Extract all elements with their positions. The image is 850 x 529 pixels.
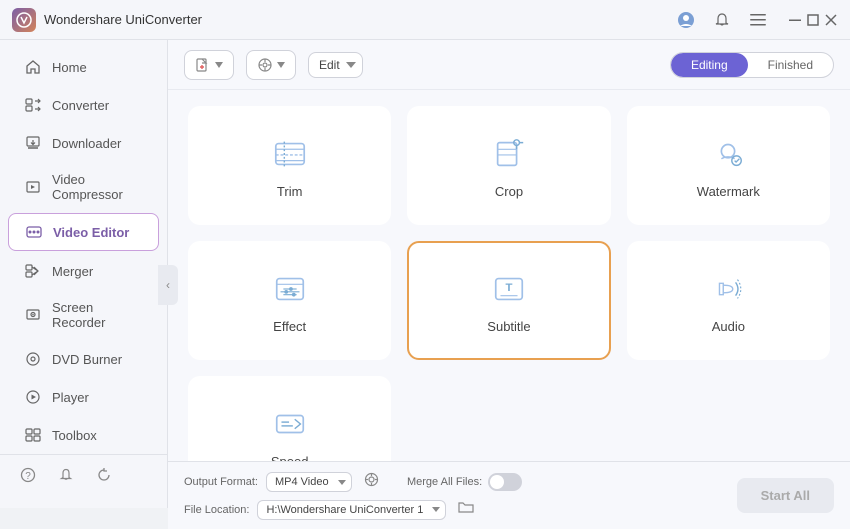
sidebar-item-home[interactable]: Home xyxy=(8,49,159,85)
bottom-info: Output Format: MP4 Video Merge All Files… xyxy=(184,470,729,521)
main-layout: Home Converter Downloader Video Compress… xyxy=(0,40,850,529)
toolbox-icon xyxy=(24,426,42,444)
effect-label: Effect xyxy=(273,319,306,334)
browse-folder-btn[interactable] xyxy=(454,498,478,521)
sidebar-item-merger[interactable]: Merger xyxy=(8,253,159,289)
help-btn[interactable]: ? xyxy=(16,465,40,490)
menu-icon-btn[interactable] xyxy=(744,6,772,34)
screen-recorder-icon xyxy=(24,306,42,324)
subtitle-icon: T xyxy=(487,267,531,311)
tab-group: Editing Finished xyxy=(670,52,834,78)
add-media-btn[interactable] xyxy=(246,50,296,80)
sidebar-label-converter: Converter xyxy=(52,98,109,113)
merge-all-label: Merge All Files: xyxy=(407,476,482,488)
sidebar-label-merger: Merger xyxy=(52,264,93,279)
sidebar-item-video-compressor[interactable]: Video Compressor xyxy=(8,163,159,211)
toolbar: Edit Editing Finished xyxy=(168,40,850,90)
sidebar-item-dvd-burner[interactable]: DVD Burner xyxy=(8,341,159,377)
file-location-label: File Location: xyxy=(184,504,249,516)
start-all-btn[interactable]: Start All xyxy=(737,478,834,513)
sidebar-label-toolbox: Toolbox xyxy=(52,428,97,443)
sidebar-label-screen-recorder: Screen Recorder xyxy=(52,300,143,330)
feature-card-subtitle[interactable]: T Subtitle xyxy=(407,241,610,360)
dvd-burner-icon xyxy=(24,350,42,368)
speed-icon xyxy=(268,402,312,446)
sidebar-label-video-editor: Video Editor xyxy=(53,225,129,240)
title-bar: Wondershare UniConverter xyxy=(0,0,850,40)
merge-toggle-group: Merge All Files: xyxy=(407,473,522,491)
sidebar-item-toolbox[interactable]: Toolbox xyxy=(8,417,159,453)
file-location-select[interactable]: H:\Wondershare UniConverter 1 xyxy=(257,500,446,520)
effect-icon xyxy=(268,267,312,311)
notification-icon-btn[interactable] xyxy=(708,6,736,34)
content-area: Edit Editing Finished xyxy=(168,40,850,529)
title-bar-left: Wondershare UniConverter xyxy=(12,8,202,32)
svg-text:?: ? xyxy=(25,471,31,482)
feature-grid: Trim Crop xyxy=(188,106,830,461)
feature-card-watermark[interactable]: Watermark xyxy=(627,106,830,225)
app-logo xyxy=(12,8,36,32)
sidebar-label-home: Home xyxy=(52,60,87,75)
add-file-btn[interactable] xyxy=(184,50,234,80)
output-format-select[interactable]: MP4 Video xyxy=(266,472,352,492)
sidebar-label-video-compressor: Video Compressor xyxy=(52,172,143,202)
merge-toggle-switch[interactable] xyxy=(488,473,522,491)
window-controls xyxy=(788,13,838,27)
bottom-bar: Output Format: MP4 Video Merge All Files… xyxy=(168,461,850,529)
watermark-label: Watermark xyxy=(697,184,760,199)
converter-icon xyxy=(24,96,42,114)
close-btn[interactable] xyxy=(824,13,838,27)
output-format-label: Output Format: xyxy=(184,476,258,488)
crop-label: Crop xyxy=(495,184,523,199)
watermark-icon xyxy=(706,132,750,176)
merger-icon xyxy=(24,262,42,280)
output-format-row: Output Format: MP4 Video Merge All Files… xyxy=(184,470,729,494)
output-settings-btn[interactable] xyxy=(360,470,383,494)
sidebar-item-downloader[interactable]: Downloader xyxy=(8,125,159,161)
sidebar-wrapper: Home Converter Downloader Video Compress… xyxy=(0,40,168,529)
subtitle-label: Subtitle xyxy=(487,319,530,334)
notification-sidebar-btn[interactable] xyxy=(54,465,78,490)
feature-card-speed[interactable]: Speed xyxy=(188,376,391,461)
speed-label: Speed xyxy=(271,454,309,461)
audio-icon xyxy=(706,267,750,311)
video-compressor-icon xyxy=(24,178,42,196)
edit-dropdown[interactable]: Edit xyxy=(308,52,363,78)
sidebar-label-downloader: Downloader xyxy=(52,136,121,151)
minimize-btn[interactable] xyxy=(788,13,802,27)
tab-editing[interactable]: Editing xyxy=(671,53,748,77)
sidebar-label-player: Player xyxy=(52,390,89,405)
sidebar: Home Converter Downloader Video Compress… xyxy=(0,40,168,508)
maximize-btn[interactable] xyxy=(806,13,820,27)
home-icon xyxy=(24,58,42,76)
sidebar-item-video-editor[interactable]: Video Editor xyxy=(8,213,159,251)
trim-icon xyxy=(268,132,312,176)
grid-area: Trim Crop xyxy=(168,90,850,461)
downloader-icon xyxy=(24,134,42,152)
sidebar-label-dvd-burner: DVD Burner xyxy=(52,352,122,367)
video-editor-icon xyxy=(25,223,43,241)
file-location-row: File Location: H:\Wondershare UniConvert… xyxy=(184,498,729,521)
app-title: Wondershare UniConverter xyxy=(44,12,202,27)
trim-label: Trim xyxy=(277,184,303,199)
feature-card-audio[interactable]: Audio xyxy=(627,241,830,360)
audio-label: Audio xyxy=(712,319,745,334)
svg-text:T: T xyxy=(506,282,513,294)
feature-card-trim[interactable]: Trim xyxy=(188,106,391,225)
sidebar-collapse-btn[interactable]: ‹ xyxy=(158,265,178,305)
sidebar-item-player[interactable]: Player xyxy=(8,379,159,415)
sidebar-item-converter[interactable]: Converter xyxy=(8,87,159,123)
player-icon xyxy=(24,388,42,406)
tab-finished[interactable]: Finished xyxy=(748,53,833,77)
user-icon-btn[interactable] xyxy=(672,6,700,34)
title-bar-right xyxy=(672,6,838,34)
feature-card-effect[interactable]: Effect xyxy=(188,241,391,360)
sidebar-item-screen-recorder[interactable]: Screen Recorder xyxy=(8,291,159,339)
refresh-btn[interactable] xyxy=(92,465,116,490)
crop-icon xyxy=(487,132,531,176)
feature-card-crop[interactable]: Crop xyxy=(407,106,610,225)
